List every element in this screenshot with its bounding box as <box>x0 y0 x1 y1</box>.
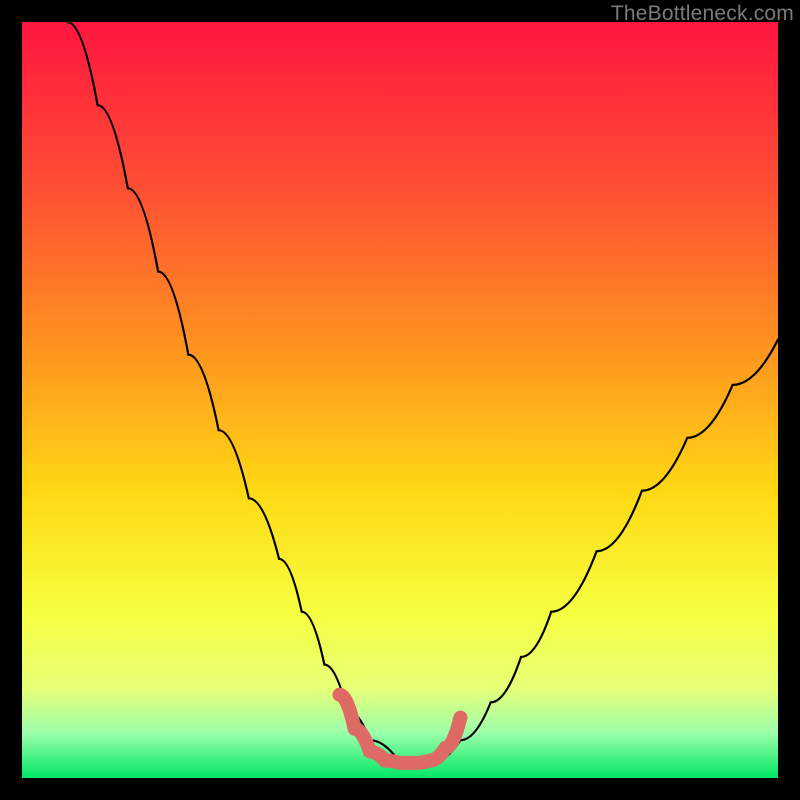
bottleneck-chart <box>22 22 778 778</box>
chart-frame <box>22 22 778 778</box>
gradient-field <box>22 22 778 778</box>
watermark-text: TheBottleneck.com <box>611 2 794 26</box>
